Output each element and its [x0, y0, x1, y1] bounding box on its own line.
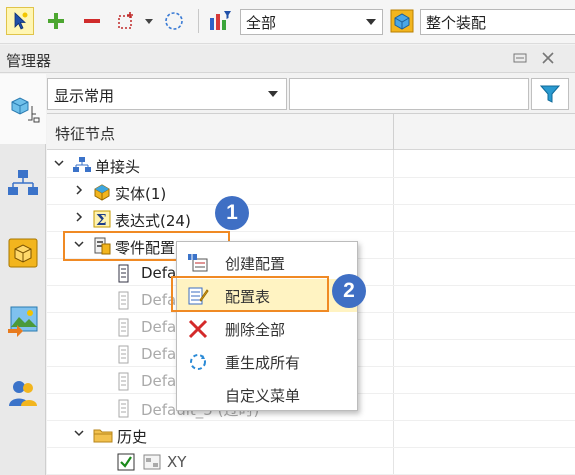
chevron-right-icon[interactable] [73, 211, 87, 225]
entity-filter-value: 全部 [246, 13, 277, 32]
tree-node-label: Defa [141, 345, 177, 363]
menu-item-label: 重生成所有 [225, 354, 301, 372]
box-select-button[interactable] [112, 7, 140, 35]
config-file-icon [117, 345, 135, 364]
filter-button[interactable] [531, 78, 569, 110]
folder-icon [93, 426, 113, 444]
scope-value: 整个装配 [426, 13, 487, 32]
assembly-node-icon [73, 156, 91, 174]
tab-assembly-manager[interactable] [0, 148, 46, 218]
display-filter-select[interactable]: 显示常用 [47, 78, 287, 110]
solid-body-icon [93, 183, 111, 201]
image-import-icon [8, 306, 38, 337]
chevron-down-icon [366, 19, 376, 25]
sigma-icon: Σ [93, 210, 111, 229]
minimize-icon[interactable] [511, 51, 529, 67]
select-cursor-button[interactable] [6, 7, 34, 35]
callout-highlight-config-table [171, 276, 329, 312]
view-cube-icon [8, 238, 38, 268]
tab-image-manager[interactable] [0, 286, 46, 356]
tree-node-label: 单接头 [95, 158, 141, 176]
menu-item-delete-all[interactable]: 删除全部 [177, 312, 357, 345]
tree-node-expressions[interactable]: Σ 表达式(24) [47, 206, 575, 232]
create-config-icon [187, 253, 209, 273]
tree-node-xy-plane[interactable]: XY [47, 449, 575, 475]
manager-title: 管理器 [6, 52, 52, 70]
entity-filter-select[interactable]: 全部 [240, 9, 383, 35]
assembly-scope-button[interactable] [388, 7, 416, 35]
config-file-icon [117, 372, 135, 391]
box-select-icon [118, 12, 133, 29]
toolbar-divider [198, 9, 199, 33]
feature-node-column-label: 特征节点 [55, 125, 116, 143]
chevron-down-icon[interactable] [73, 427, 87, 441]
remove-button[interactable] [78, 7, 106, 35]
config-file-icon [117, 399, 135, 418]
regenerate-icon [187, 352, 209, 372]
display-filter-value: 显示常用 [54, 87, 115, 105]
menu-item-label: 删除全部 [225, 321, 286, 339]
tree-node-history[interactable]: 历史 [47, 422, 575, 448]
assembly-icon [390, 9, 414, 33]
tree-node-label: 历史 [117, 428, 148, 446]
chevron-down-icon[interactable] [145, 19, 153, 24]
lasso-select-button[interactable] [160, 7, 188, 35]
menu-item-label: 自定义菜单 [225, 387, 301, 405]
delete-x-icon [187, 319, 209, 339]
config-file-icon [117, 264, 135, 283]
datum-plane-icon [143, 453, 161, 471]
tree-node-label: 表达式(24) [115, 212, 191, 230]
menu-item-create-config[interactable]: 创建配置 [177, 246, 357, 279]
tree-filter-row: 显示常用 [47, 78, 575, 110]
chevron-down-icon[interactable] [53, 157, 67, 171]
context-menu: 创建配置 配置表 删除全部 重生成所有 自定义菜单 [176, 241, 358, 411]
tree-node-root[interactable]: 单接头 [47, 152, 575, 178]
lasso-icon [165, 12, 183, 30]
menu-item-regenerate-all[interactable]: 重生成所有 [177, 345, 357, 378]
bar-filter-icon [210, 11, 231, 30]
menu-item-label: 创建配置 [225, 255, 286, 273]
config-file-icon [117, 318, 135, 337]
chevron-down-icon [268, 91, 278, 97]
filter-type-button[interactable] [206, 7, 234, 35]
minus-icon [84, 19, 100, 23]
config-file-icon [117, 291, 135, 310]
close-icon[interactable] [539, 51, 557, 67]
users-icon [9, 381, 37, 406]
tree-column-header: 特征节点 [47, 114, 575, 150]
menu-item-customize-menu[interactable]: 自定义菜单 [177, 378, 357, 411]
tree-node-label: Defa [141, 372, 177, 390]
funnel-icon [539, 85, 561, 103]
chevron-right-icon[interactable] [73, 184, 87, 198]
add-button[interactable] [42, 7, 70, 35]
assembly-tree-icon [8, 170, 38, 195]
manager-tab-strip [0, 74, 46, 475]
tree-node-label: XY [167, 453, 187, 471]
column-divider [393, 114, 394, 150]
tree-search-input[interactable] [289, 78, 529, 110]
tab-history-manager[interactable] [0, 74, 46, 144]
checkbox-checked-icon[interactable] [117, 453, 135, 471]
tab-view-manager[interactable] [0, 218, 46, 288]
tree-node-label: Defa [141, 318, 177, 336]
tree-node-label: 实体(1) [115, 185, 167, 203]
callout-badge-2: 2 [332, 274, 366, 308]
tree-node-solid[interactable]: 实体(1) [47, 179, 575, 205]
main-toolbar: 全部 整个装配 [0, 0, 575, 44]
svg-text:Σ: Σ [96, 211, 107, 228]
manager-header: 管理器 [0, 45, 575, 73]
callout-badge-1: 1 [215, 196, 249, 230]
cursor-icon [14, 12, 28, 30]
history-tree-icon [11, 97, 39, 123]
plus-icon [48, 13, 64, 29]
tab-user-manager[interactable] [0, 358, 46, 428]
scope-select[interactable]: 整个装配 [420, 9, 575, 35]
